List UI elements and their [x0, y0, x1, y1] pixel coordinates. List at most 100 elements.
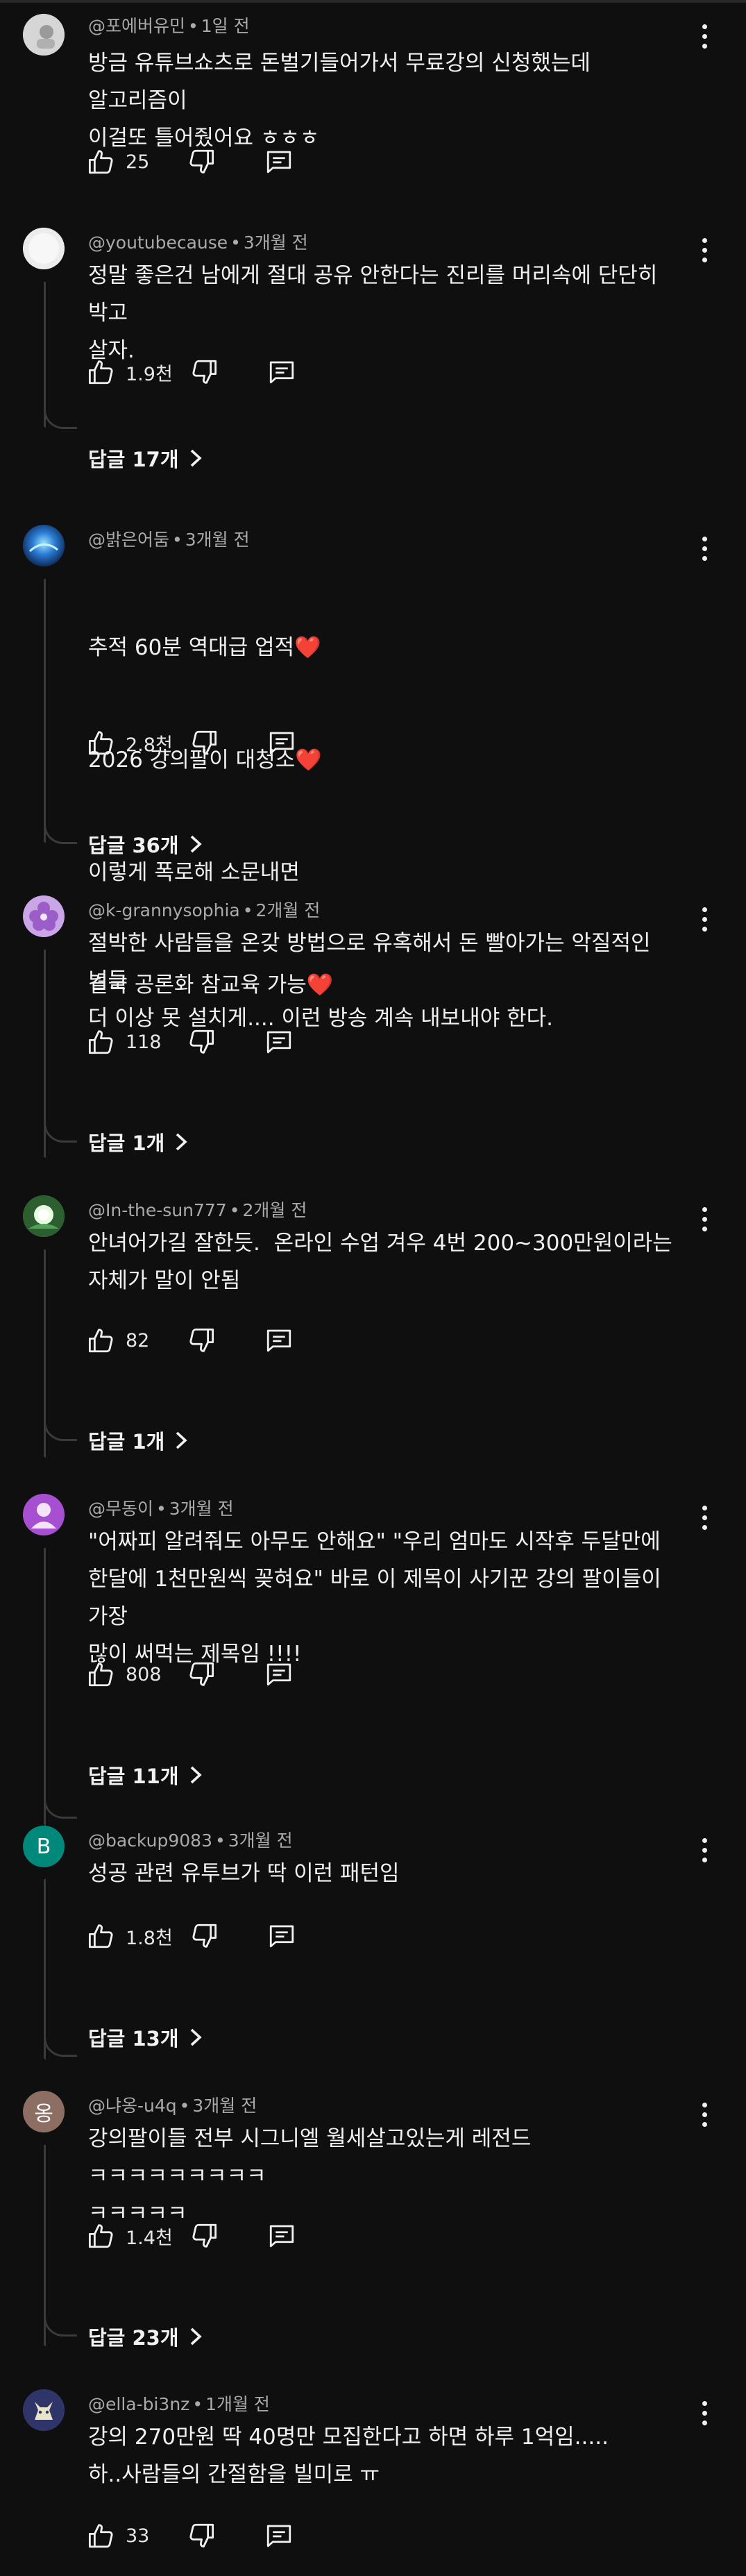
author-name[interactable]: @In-the-sun777 — [88, 1200, 227, 1220]
comment-time: 2개월 전 — [242, 1200, 307, 1220]
thumbs-up-icon — [88, 2524, 113, 2548]
dislike-button[interactable] — [187, 1660, 216, 1689]
comment-reply-icon — [269, 2225, 294, 2248]
author-name[interactable]: @ella-bi3nz — [88, 2394, 189, 2414]
dislike-button[interactable] — [187, 147, 216, 176]
author-name[interactable]: @포에버유민 — [88, 16, 185, 36]
thumbs-down-icon — [192, 1923, 217, 1948]
more-vert-icon[interactable] — [694, 1836, 715, 1867]
like-count: 82 — [126, 1329, 150, 1352]
chevron-right-icon — [190, 2028, 202, 2046]
thread-curve — [44, 1416, 77, 1441]
comment-reply-icon — [266, 1329, 291, 1352]
avatar[interactable] — [23, 1494, 65, 1535]
heart-emoji: ❤️ — [295, 748, 322, 773]
like-button[interactable]: 25 — [87, 147, 170, 176]
comment-time: 3개월 전 — [185, 530, 250, 550]
author-name[interactable]: @밝은어둠 — [88, 530, 169, 550]
dislike-button[interactable] — [189, 357, 219, 387]
more-vert-icon[interactable] — [694, 905, 715, 936]
avatar[interactable] — [23, 2389, 65, 2431]
thread-curve — [44, 819, 77, 844]
dislike-button[interactable] — [187, 1027, 216, 1057]
replies-label: 답글 23개 — [88, 2326, 179, 2350]
comment-meta: @무동이 • 3개월 전 — [88, 1499, 234, 1519]
reply-button[interactable] — [264, 1660, 294, 1689]
like-button[interactable]: 1.8천 — [87, 1921, 173, 1951]
reply-button[interactable] — [267, 2221, 296, 2250]
like-button[interactable]: 2.8천 — [87, 728, 173, 757]
reply-button[interactable] — [264, 147, 294, 176]
thumbs-down-icon — [192, 360, 217, 384]
thread-curve — [44, 2032, 77, 2057]
dislike-button[interactable] — [187, 2521, 216, 2550]
like-button[interactable]: 118 — [87, 1027, 170, 1057]
view-replies-button[interactable]: 답글 36개 — [88, 830, 203, 858]
view-replies-button[interactable]: 답글 11개 — [88, 1761, 203, 1789]
dislike-button[interactable] — [187, 1326, 216, 1355]
like-button[interactable]: 1.9천 — [87, 357, 173, 387]
author-name[interactable]: @무동이 — [88, 1499, 153, 1519]
thumbs-down-icon — [189, 1029, 214, 1054]
thumbs-up-icon — [88, 1030, 113, 1054]
avatar[interactable] — [23, 525, 65, 566]
comment-actions: 1.4천 — [87, 2219, 296, 2253]
reply-button[interactable] — [267, 357, 296, 387]
comment-reply-icon — [266, 1663, 291, 1686]
view-replies-button[interactable]: 답글 17개 — [88, 444, 203, 472]
dislike-button[interactable] — [189, 728, 219, 757]
author-name[interactable]: @backup9083 — [88, 1830, 212, 1851]
more-vert-icon[interactable] — [694, 1504, 715, 1534]
avatar[interactable]: 옹 — [23, 2091, 65, 2132]
view-replies-button[interactable]: 답글 13개 — [88, 2023, 203, 2051]
reply-button[interactable] — [264, 2521, 294, 2550]
comment-meta: @k-grannysophia • 2개월 전 — [88, 900, 321, 920]
like-button[interactable]: 82 — [87, 1326, 170, 1355]
like-count: 2.8천 — [126, 734, 173, 756]
author-name[interactable]: @youtubecause — [88, 233, 228, 253]
reply-button[interactable] — [267, 728, 296, 757]
comment-meta: @In-the-sun777 • 2개월 전 — [88, 1200, 307, 1220]
view-replies-button[interactable]: 답글 23개 — [88, 2323, 203, 2350]
like-count: 33 — [126, 2525, 150, 2547]
avatar[interactable] — [23, 895, 65, 937]
thumbs-down-icon — [189, 1662, 214, 1686]
replies-label: 답글 1개 — [88, 1131, 165, 1155]
comment-text: 강의 270만원 딱 40명만 모집한다고 하면 하루 1억임..... 하..… — [88, 2425, 609, 2487]
replies-label: 답글 17개 — [88, 448, 179, 471]
comment-meta: @밝은어둠 • 3개월 전 — [88, 530, 250, 550]
comment-time: 1개월 전 — [205, 2394, 270, 2414]
avatar[interactable] — [23, 1195, 65, 1237]
author-name[interactable]: @k-grannysophia — [88, 900, 240, 920]
view-replies-button[interactable]: 답글 1개 — [88, 1426, 188, 1454]
replies-label: 답글 36개 — [88, 834, 179, 857]
dislike-button[interactable] — [189, 2221, 219, 2250]
chevron-right-icon — [176, 1431, 187, 1449]
more-vert-icon[interactable] — [694, 22, 715, 53]
reply-button[interactable] — [267, 1921, 296, 1951]
more-vert-icon[interactable] — [694, 236, 715, 267]
more-vert-icon[interactable] — [694, 2399, 715, 2430]
like-button[interactable]: 1.4천 — [87, 2221, 173, 2250]
comment-reply-icon — [266, 1031, 291, 1054]
comment-text: 방금 유튜브쇼츠로 돈벌기들어가서 무료강의 신청했는데 알고리즘이 이걸또 틀… — [88, 51, 591, 151]
comment-line: 이렇게 폭로해 소문내면 — [88, 860, 300, 885]
avatar[interactable] — [23, 228, 65, 269]
author-name[interactable]: @냐옹-u4q — [88, 2096, 177, 2116]
more-vert-icon[interactable] — [694, 2101, 715, 2131]
reply-button[interactable] — [264, 1027, 294, 1057]
dislike-button[interactable] — [189, 1921, 219, 1951]
reply-button[interactable] — [264, 1326, 294, 1355]
like-button[interactable]: 33 — [87, 2521, 170, 2550]
more-vert-icon[interactable] — [694, 534, 715, 565]
heart-emoji: ❤️ — [294, 635, 321, 660]
more-vert-icon[interactable] — [694, 1205, 715, 1236]
comment-actions: 82 — [87, 1323, 294, 1358]
avatar[interactable]: B — [23, 1826, 65, 1867]
comment-reply-icon — [269, 361, 294, 384]
comment-meta: @backup9083 • 3개월 전 — [88, 1830, 293, 1851]
comment-time: 3개월 전 — [169, 1499, 234, 1519]
view-replies-button[interactable]: 답글 1개 — [88, 1128, 188, 1156]
like-button[interactable]: 808 — [87, 1660, 170, 1689]
avatar[interactable] — [23, 14, 65, 56]
